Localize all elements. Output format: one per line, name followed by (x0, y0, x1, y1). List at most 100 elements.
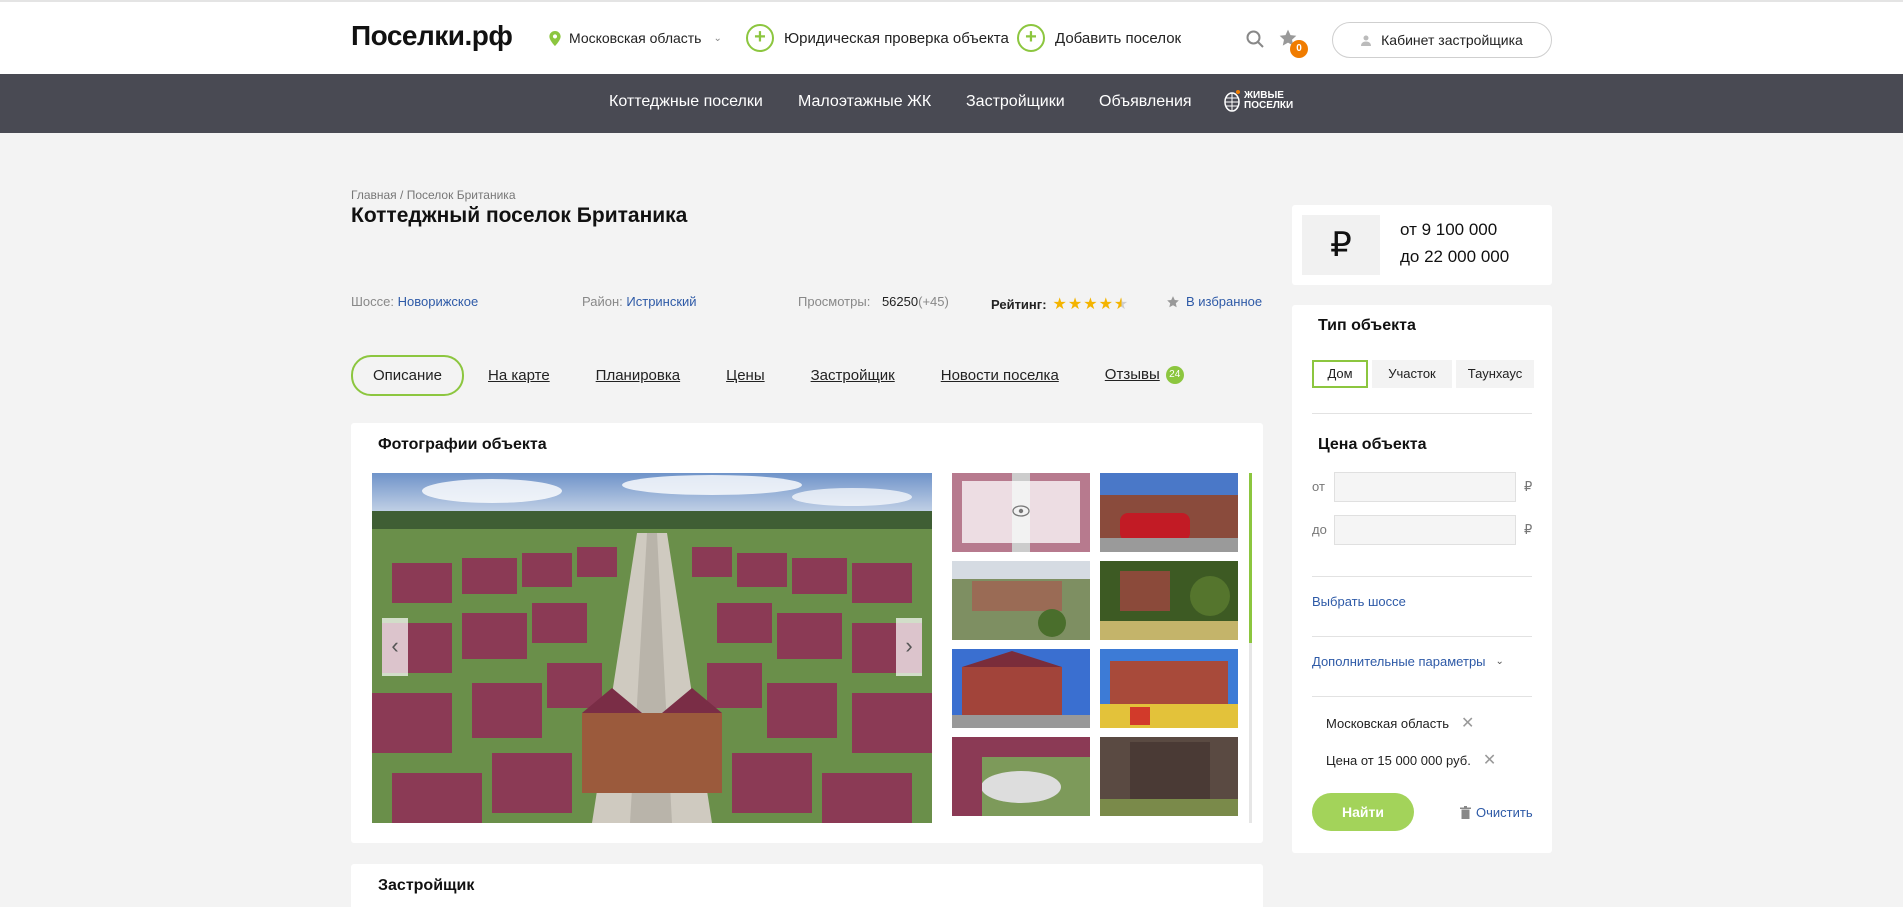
tab-reviews[interactable]: Отзывы 24 (1105, 366, 1184, 385)
type-plot-button[interactable]: Участок (1372, 360, 1452, 388)
breadcrumb: Главная / Поселок Британика (351, 188, 516, 202)
rating: Рейтинг: ★★★★★ (991, 294, 1129, 314)
tab-map[interactable]: На карте (488, 367, 550, 384)
close-icon[interactable]: ✕ (1483, 750, 1496, 770)
pinecone-icon (1224, 90, 1240, 112)
highway-link[interactable]: Новорижское (398, 294, 479, 309)
main-nav: Коттеджные поселки Малоэтажные ЖК Застро… (0, 74, 1903, 133)
price-card: ₽ от 9 100 000 до 22 000 000 (1292, 205, 1552, 285)
photo-thumbnail[interactable] (1100, 561, 1238, 640)
add-to-favorites-link[interactable]: В избранное (1166, 294, 1262, 309)
find-button[interactable]: Найти (1312, 793, 1414, 831)
district-link[interactable]: Истринский (626, 294, 696, 309)
add-village-label: Добавить поселок (1055, 29, 1182, 47)
developer-title: Застройщик (378, 877, 475, 894)
breadcrumb-separator: / (400, 188, 404, 202)
price-to-input[interactable] (1334, 515, 1516, 545)
photo-thumbnail[interactable] (1100, 649, 1238, 728)
chevron-down-icon: ⌄ (1495, 656, 1504, 667)
nav-developers[interactable]: Застройщики (966, 93, 1065, 111)
tab-layout[interactable]: Планировка (596, 367, 680, 384)
highway-meta: Шоссе: Новорижское (351, 294, 479, 309)
photos-title: Фотографии объекта (378, 436, 547, 453)
nav-cottage-villages[interactable]: Коттеджные поселки (609, 93, 763, 111)
close-icon[interactable]: ✕ (1461, 713, 1474, 733)
region-label: Московская область (569, 30, 702, 46)
breadcrumb-home[interactable]: Главная (351, 188, 397, 202)
star-icon (1167, 295, 1179, 307)
search-icon[interactable] (1246, 30, 1264, 48)
clear-filters-link[interactable]: Очистить (1460, 805, 1533, 820)
page-title: Коттеджный поселок Британика (351, 204, 688, 227)
legal-check-link[interactable]: + Юридическая проверка объекта (746, 24, 1009, 52)
favorites-count-badge: 0 (1290, 40, 1308, 58)
views-meta: Просмотры: 56250(+45) (798, 294, 949, 309)
tab-description[interactable]: Описание (351, 354, 465, 396)
next-photo-button[interactable]: › (896, 618, 922, 676)
rating-label: Рейтинг: (991, 296, 1047, 312)
live-villages-logo[interactable]: ЖИВЫЕ ПОСЕЛКИ (1224, 90, 1293, 112)
cabinet-label: Кабинет застройщика (1381, 32, 1523, 48)
price-to: до 22 000 000 (1400, 247, 1510, 266)
developer-cabinet-button[interactable]: Кабинет застройщика (1332, 22, 1552, 58)
object-type-title: Тип объекта (1318, 317, 1416, 334)
more-params-toggle[interactable]: Дополнительные параметры ⌄ (1312, 654, 1504, 669)
tab-news[interactable]: Новости поселка (941, 367, 1059, 384)
price-from-label: от (1312, 479, 1325, 494)
type-townhouse-button[interactable]: Таунхаус (1456, 360, 1534, 388)
developer-card: Застройщик (351, 864, 1263, 907)
site-logo[interactable]: Поселки.рф (351, 20, 513, 52)
nav-ads[interactable]: Объявления (1099, 93, 1192, 111)
chevron-down-icon: ⌄ (713, 32, 722, 44)
tab-prices[interactable]: Цены (726, 367, 765, 384)
legal-check-label: Юридическая проверка объекта (784, 29, 1009, 47)
price-to-label: до (1312, 522, 1327, 537)
aerial-village-photo (372, 473, 932, 823)
photo-thumbnail[interactable] (1100, 473, 1238, 552)
eye-icon (1012, 505, 1030, 517)
prev-photo-button[interactable]: ‹ (382, 618, 408, 676)
breadcrumb-current: Поселок Британика (406, 188, 516, 202)
plus-icon: + (746, 24, 774, 52)
ruble-sign: ₽ (1524, 522, 1533, 537)
photo-thumbnail[interactable] (952, 737, 1090, 816)
divider (1312, 576, 1532, 577)
price-filter-title: Цена объекта (1318, 436, 1427, 453)
tab-developer[interactable]: Застройщик (811, 367, 895, 384)
divider (1312, 636, 1532, 637)
type-house-button[interactable]: Дом (1312, 360, 1368, 388)
price-from-input[interactable] (1334, 472, 1516, 502)
photo-thumbnail[interactable] (952, 473, 1090, 552)
top-header: Поселки.рф Московская область ⌄ + Юридич… (0, 0, 1903, 74)
add-to-favorites-label: В избранное (1186, 294, 1263, 309)
rating-stars-icon: ★★★★★ (1052, 296, 1130, 313)
choose-highway-link[interactable]: Выбрать шоссе (1312, 594, 1406, 609)
user-icon (1361, 35, 1372, 46)
filter-chip-region: Московская область ✕ (1326, 713, 1475, 733)
district-meta: Район: Истринский (582, 294, 697, 309)
thumbnails-scrollbar-thumb[interactable] (1249, 473, 1252, 643)
plus-icon: + (1017, 24, 1045, 52)
filter-card: Тип объекта Дом Участок Таунхаус Цена об… (1292, 305, 1552, 853)
photos-card: Фотографии объекта ‹ › (351, 423, 1263, 843)
content-tabs: Описание На карте Планировка Цены Застро… (351, 354, 1184, 396)
views-delta: (+45) (918, 294, 949, 309)
filter-chip-price: Цена от 15 000 000 руб. ✕ (1326, 750, 1497, 770)
nav-lowrise[interactable]: Малоэтажные ЖК (798, 93, 931, 111)
photo-thumbnail[interactable] (952, 561, 1090, 640)
add-village-link[interactable]: + Добавить поселок (1017, 24, 1181, 52)
location-pin-icon (549, 30, 561, 46)
views-count: 56250 (881, 294, 919, 309)
region-selector[interactable]: Московская область ⌄ (549, 30, 722, 46)
live-logo-text: ЖИВЫЕ ПОСЕЛКИ (1244, 90, 1294, 111)
ruble-sign: ₽ (1524, 479, 1533, 494)
main-photo[interactable]: ‹ › (372, 473, 932, 823)
photo-thumbnail[interactable] (952, 649, 1090, 728)
ruble-icon: ₽ (1302, 215, 1380, 275)
divider (1312, 413, 1532, 414)
divider (1312, 696, 1532, 697)
reviews-count-badge: 24 (1165, 366, 1184, 385)
price-from: от 9 100 000 (1400, 220, 1498, 239)
trash-icon (1460, 806, 1471, 819)
photo-thumbnail[interactable] (1100, 737, 1238, 816)
